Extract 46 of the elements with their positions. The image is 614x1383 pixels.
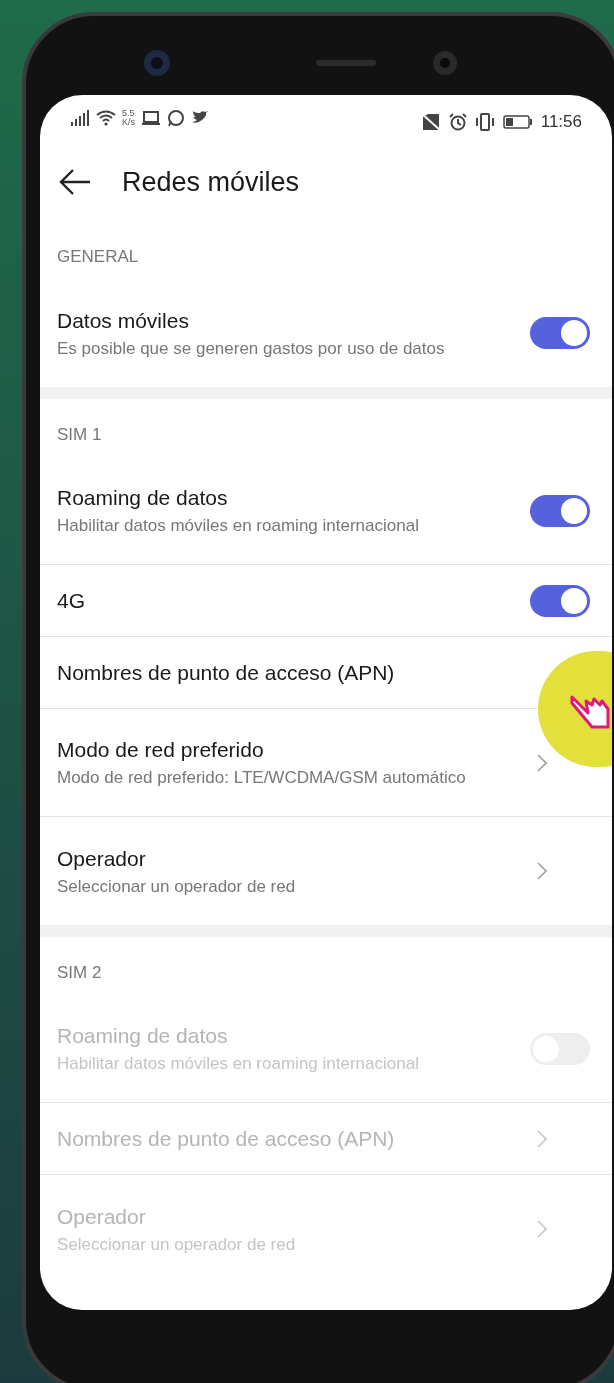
setting-description: Seleccionar un operador de red (57, 1233, 297, 1256)
wifi-icon (96, 110, 116, 126)
alarm-icon (448, 112, 467, 131)
chevron-right-icon (537, 862, 547, 880)
setting-title: Roaming de datos (57, 1023, 229, 1049)
no-sim-icon (420, 112, 441, 131)
speaker-grille-icon (316, 60, 376, 66)
setting-description: Habilitar datos móviles en roaming internacional (57, 515, 420, 537)
setting-title: Modo de red preferido (57, 737, 265, 763)
settings-row[interactable]: Datos móviles Es posible que se generen gastos por uso de datos (40, 279, 612, 387)
setting-title: Roaming de datos (57, 485, 229, 511)
setting-title: Nombres de punto de acceso (APN) (57, 660, 396, 686)
setting-description: Es posible que se generen gastos por uso de datos (57, 337, 446, 360)
laptop-icon (141, 110, 161, 126)
chevron-right-icon (537, 1129, 547, 1148)
setting-title: Operador (57, 1203, 147, 1230)
clock-time: 11:56 (540, 111, 582, 133)
setting-title: Datos móviles (57, 307, 190, 334)
section-header: SIM 1 (57, 423, 102, 446)
section-header: SIM 2 (57, 961, 102, 984)
settings-row[interactable]: Operador Seleccionar un operador de red (40, 817, 612, 925)
front-camera-icon (142, 48, 172, 78)
setting-description: Habilitar datos móviles en roaming internacional (57, 1053, 420, 1075)
setting-description: Seleccionar un operador de red (57, 875, 297, 898)
speed-value: 5.5 (122, 109, 135, 118)
page-title: Redes móviles (122, 165, 300, 199)
setting-title: 4G (57, 588, 86, 614)
toggle-switch[interactable] (530, 317, 590, 349)
chat-bubble-icon (167, 109, 185, 127)
setting-description: Modo de red preferido: LTE/WCDMA/GSM automático (57, 767, 467, 789)
bird-icon (191, 110, 209, 126)
settings-row[interactable]: 4G (40, 565, 612, 637)
speed-unit: K/s (122, 118, 135, 127)
section-header: GENERAL (57, 245, 139, 268)
setting-title: Operador (57, 845, 147, 872)
toggle-switch[interactable] (530, 494, 590, 527)
sensor-icon (430, 48, 460, 78)
toggle-switch[interactable] (530, 584, 590, 617)
battery-icon (502, 113, 533, 130)
vibrate-icon (474, 112, 495, 131)
chevron-right-icon (537, 753, 547, 772)
chevron-right-icon (537, 1220, 547, 1238)
settings-row[interactable]: Roaming de datos Habilitar datos móviles en roaming internacional (40, 457, 612, 565)
signal-icon (70, 110, 90, 126)
back-button[interactable] (58, 168, 92, 196)
setting-title: Nombres de punto de acceso (APN) (57, 1126, 396, 1152)
